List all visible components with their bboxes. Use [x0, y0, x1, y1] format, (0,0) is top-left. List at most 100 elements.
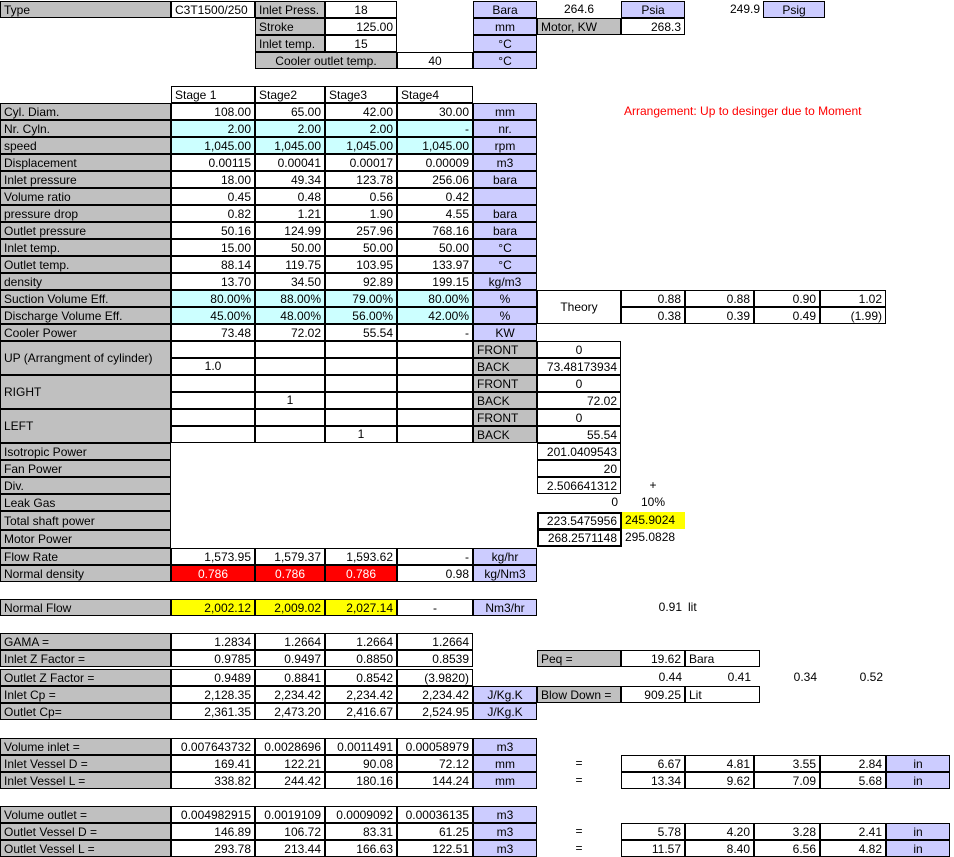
row-value[interactable]: 123.78: [325, 171, 397, 188]
vessel_out-value[interactable]: 146.89: [171, 823, 255, 840]
arrangement-cell[interactable]: [397, 358, 473, 375]
normal-flow-value[interactable]: 2,009.02: [255, 599, 325, 616]
arrangement-cell[interactable]: [255, 426, 325, 443]
row-value[interactable]: 1,045.00: [325, 137, 397, 154]
vessel_out-value[interactable]: 0.0009092: [325, 806, 397, 823]
vessel_out-value[interactable]: 106.72: [255, 823, 325, 840]
up-value[interactable]: 1.0: [171, 358, 255, 375]
outcp-value[interactable]: 2,361.35: [171, 703, 255, 720]
row-value[interactable]: 2.00: [171, 120, 255, 137]
vessel_out-value[interactable]: 122.51: [397, 840, 473, 857]
row-value[interactable]: 119.75: [255, 256, 325, 273]
incp-value[interactable]: 2,234.42: [255, 686, 325, 703]
flow-rate-value[interactable]: -: [397, 548, 473, 565]
inlet-press-value[interactable]: 18: [325, 1, 397, 18]
row-value[interactable]: 50.16: [171, 222, 255, 239]
row-value[interactable]: 34.50: [255, 273, 325, 290]
arrangement-cell[interactable]: [255, 358, 325, 375]
stroke-value[interactable]: 125.00: [325, 18, 397, 35]
inz-value[interactable]: 0.8850: [325, 650, 397, 667]
row-value[interactable]: 0.45: [171, 188, 255, 205]
outz-value[interactable]: 0.8542: [325, 669, 397, 686]
row-value[interactable]: 18.00: [171, 171, 255, 188]
row-value[interactable]: 0.56: [325, 188, 397, 205]
arrangement-cell[interactable]: [171, 375, 255, 392]
outcp-value[interactable]: 2,473.20: [255, 703, 325, 720]
gama-value[interactable]: 1.2834: [171, 633, 255, 650]
row-value[interactable]: 0.00041: [255, 154, 325, 171]
row-value[interactable]: 4.55: [397, 205, 473, 222]
row-value[interactable]: 15.00: [171, 239, 255, 256]
vessel_in-value[interactable]: 0.007643732: [171, 738, 255, 755]
row-value[interactable]: -: [397, 324, 473, 341]
row-value[interactable]: 133.97: [397, 256, 473, 273]
row-value[interactable]: 1,045.00: [397, 137, 473, 154]
inlet-temp-value[interactable]: 15: [325, 35, 397, 52]
arrangement-cell[interactable]: [255, 409, 325, 426]
row-value[interactable]: 50.00: [397, 239, 473, 256]
row-value[interactable]: 1.90: [325, 205, 397, 222]
flow-rate-value[interactable]: 1,593.62: [325, 548, 397, 565]
vessel_in-value[interactable]: 338.82: [171, 772, 255, 789]
vessel_in-value[interactable]: 72.12: [397, 755, 473, 772]
outcp-value[interactable]: 2,524.95: [397, 703, 473, 720]
row-value[interactable]: 108.00: [171, 103, 255, 120]
vessel_out-value[interactable]: 213.44: [255, 840, 325, 857]
row-value[interactable]: 72.02: [255, 324, 325, 341]
vessel_in-value[interactable]: 169.41: [171, 755, 255, 772]
vessel_out-value[interactable]: 0.0019109: [255, 806, 325, 823]
row-value[interactable]: 124.99: [255, 222, 325, 239]
vessel_in-value[interactable]: 0.0011491: [325, 738, 397, 755]
outz-value[interactable]: (3.9820): [397, 669, 473, 686]
inz-value[interactable]: 0.9497: [255, 650, 325, 667]
row-value[interactable]: 30.00: [397, 103, 473, 120]
incp-value[interactable]: 2,128.35: [171, 686, 255, 703]
row-value[interactable]: 103.95: [325, 256, 397, 273]
vessel_out-value[interactable]: 0.004982915: [171, 806, 255, 823]
row-value[interactable]: 0.48: [255, 188, 325, 205]
inz-value[interactable]: 0.9785: [171, 650, 255, 667]
row-value[interactable]: 0.00017: [325, 154, 397, 171]
arrangement-cell[interactable]: [255, 341, 325, 358]
incp-value[interactable]: 2,234.42: [397, 686, 473, 703]
row-value[interactable]: 0.82: [171, 205, 255, 222]
normal-density-value[interactable]: 0.98: [397, 565, 473, 582]
row-value[interactable]: 48.00%: [255, 307, 325, 324]
arrangement-cell[interactable]: [397, 409, 473, 426]
type-value[interactable]: C3T1500/250: [171, 1, 255, 18]
left-value[interactable]: 1: [325, 426, 397, 443]
row-value[interactable]: 56.00%: [325, 307, 397, 324]
vessel_in-value[interactable]: 90.08: [325, 755, 397, 772]
row-value[interactable]: 55.54: [325, 324, 397, 341]
gama-value[interactable]: 1.2664: [255, 633, 325, 650]
row-value[interactable]: 1.21: [255, 205, 325, 222]
row-value[interactable]: 80.00%: [171, 290, 255, 307]
row-value[interactable]: 256.06: [397, 171, 473, 188]
row-value[interactable]: 88.14: [171, 256, 255, 273]
outcp-value[interactable]: 2,416.67: [325, 703, 397, 720]
vessel_in-value[interactable]: 0.00058979: [397, 738, 473, 755]
row-value[interactable]: 2.00: [255, 120, 325, 137]
row-value[interactable]: 199.15: [397, 273, 473, 290]
row-value[interactable]: -: [397, 120, 473, 137]
normal-flow-value[interactable]: -: [397, 599, 473, 616]
row-value[interactable]: 0.42: [397, 188, 473, 205]
row-value[interactable]: 88.00%: [255, 290, 325, 307]
normal-flow-value[interactable]: 2,002.12: [171, 599, 255, 616]
row-value[interactable]: 45.00%: [171, 307, 255, 324]
row-value[interactable]: 768.16: [397, 222, 473, 239]
arrangement-cell[interactable]: [397, 341, 473, 358]
arrangement-cell[interactable]: [255, 375, 325, 392]
arrangement-cell[interactable]: [171, 341, 255, 358]
arrangement-cell[interactable]: [397, 392, 473, 409]
gama-value[interactable]: 1.2664: [325, 633, 397, 650]
incp-value[interactable]: 2,234.42: [325, 686, 397, 703]
row-value[interactable]: 50.00: [255, 239, 325, 256]
row-value[interactable]: 73.48: [171, 324, 255, 341]
row-value[interactable]: 42.00%: [397, 307, 473, 324]
vessel_in-value[interactable]: 144.24: [397, 772, 473, 789]
row-value[interactable]: 0.00115: [171, 154, 255, 171]
row-value[interactable]: 257.96: [325, 222, 397, 239]
right-value[interactable]: 1: [255, 392, 325, 409]
row-value[interactable]: 42.00: [325, 103, 397, 120]
